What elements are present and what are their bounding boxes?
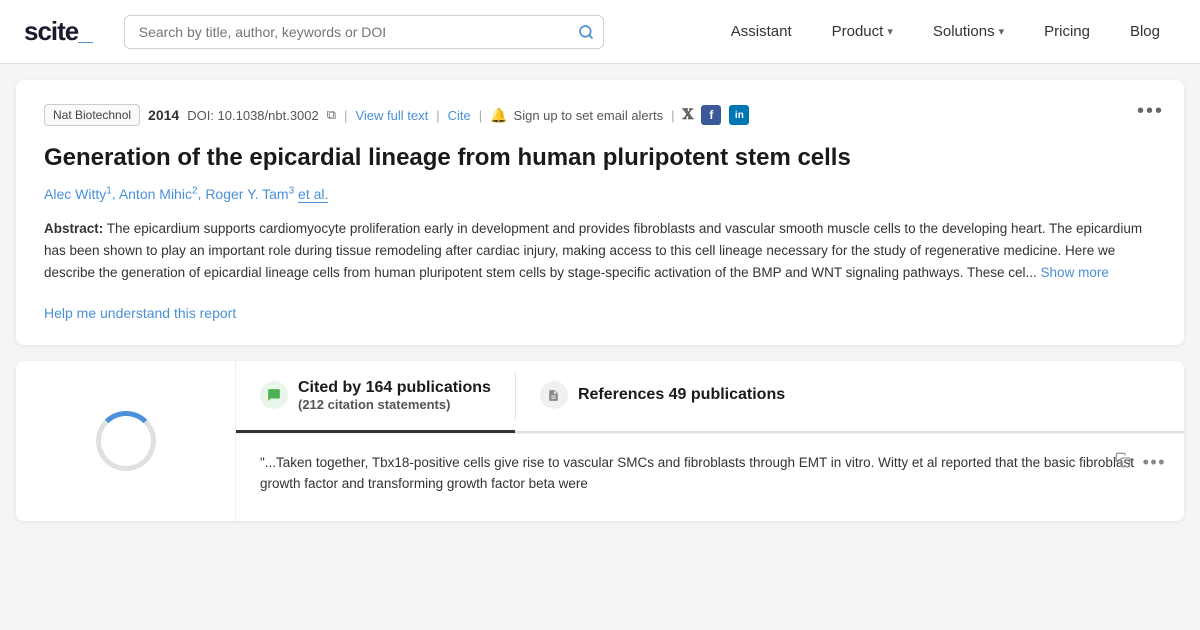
logo[interactable]: scite_ [24,16,92,47]
nav-pricing[interactable]: Pricing [1028,15,1106,48]
paper-doi: DOI: 10.1038/nbt.3002 [187,108,319,123]
citations-tabs-area: Cited by 164 publications (212 citation … [236,361,1184,521]
solutions-chevron-icon: ▾ [999,25,1005,38]
cited-by-label-block: Cited by 164 publications (212 citation … [298,379,491,412]
alert-text[interactable]: Sign up to set email alerts [514,108,664,123]
author-2-link[interactable]: Anton Mihic2 [119,186,198,202]
citation-actions: ••• [1115,452,1166,473]
twitter-icon[interactable]: 𝕏 [683,107,694,124]
view-full-text-link[interactable]: View full text [355,108,428,123]
citations-layout: Cited by 164 publications (212 citation … [16,361,1184,521]
main-header: scite_ Assistant Product ▾ Solutions ▾ P… [0,0,1200,64]
search-bar-container [124,15,604,49]
author-3-link[interactable]: Roger Y. Tam3 [205,186,294,202]
abstract-content: The epicardium supports cardiomyocyte pr… [44,221,1142,281]
abstract-text: Abstract: The epicardium supports cardio… [44,218,1156,285]
journal-badge: Nat Biotechnol [44,104,140,126]
social-icons: 𝕏 f in [683,105,750,125]
nav-product[interactable]: Product ▾ [816,15,909,48]
paper-title: Generation of the epicardial lineage fro… [44,142,1156,173]
nav-blog[interactable]: Blog [1114,15,1176,48]
product-chevron-icon: ▾ [887,25,893,38]
paper-authors: Alec Witty1, Anton Mihic2, Roger Y. Tam3… [44,185,1156,202]
doi-copy-icon[interactable]: ⧉ [327,107,336,123]
citations-tabs-row: Cited by 164 publications (212 citation … [236,361,1184,433]
cite-link[interactable]: Cite [448,108,471,123]
paper-year: 2014 [148,107,179,123]
cited-by-count-label: Cited by 164 publications [298,379,491,397]
linkedin-icon[interactable]: in [729,105,749,125]
citation-text: "...Taken together, Tbx18-positive cells… [260,452,1160,495]
loading-spinner [96,411,156,471]
show-more-link[interactable]: Show more [1041,265,1109,280]
paper-card: ••• Nat Biotechnol 2014 DOI: 10.1038/nbt… [16,80,1184,345]
author-1-link[interactable]: Alec Witty1 [44,186,112,202]
alert-area: 🔔 Sign up to set email alerts [490,107,663,124]
citation-more-button[interactable]: ••• [1143,452,1166,473]
abstract-label: Abstract: [44,221,103,236]
et-al-link[interactable]: et al. [298,186,328,203]
main-nav: Assistant Product ▾ Solutions ▾ Pricing … [715,15,1176,48]
spinner-area [16,361,236,521]
search-input[interactable] [124,15,604,49]
bell-icon: 🔔 [490,107,507,124]
citation-statements-label: (212 citation statements) [298,397,491,412]
tab-references[interactable]: References 49 publications [516,361,809,433]
tab-cited-by[interactable]: Cited by 164 publications (212 citation … [236,361,515,433]
main-content: ••• Nat Biotechnol 2014 DOI: 10.1038/nbt… [0,64,1200,537]
document-icon [540,381,568,409]
citation-copy-button[interactable] [1115,452,1131,473]
help-link[interactable]: Help me understand this report [44,305,236,321]
nav-solutions[interactable]: Solutions ▾ [917,15,1020,48]
citations-section: Cited by 164 publications (212 citation … [16,361,1184,521]
search-button[interactable] [578,24,594,40]
chat-bubble-icon [260,381,288,409]
paper-meta-row: Nat Biotechnol 2014 DOI: 10.1038/nbt.300… [44,104,1156,126]
citation-card: "...Taken together, Tbx18-positive cells… [236,433,1184,513]
paper-more-button[interactable]: ••• [1137,100,1164,123]
references-label: References 49 publications [578,386,785,404]
facebook-icon[interactable]: f [701,105,721,125]
nav-assistant[interactable]: Assistant [715,15,808,48]
